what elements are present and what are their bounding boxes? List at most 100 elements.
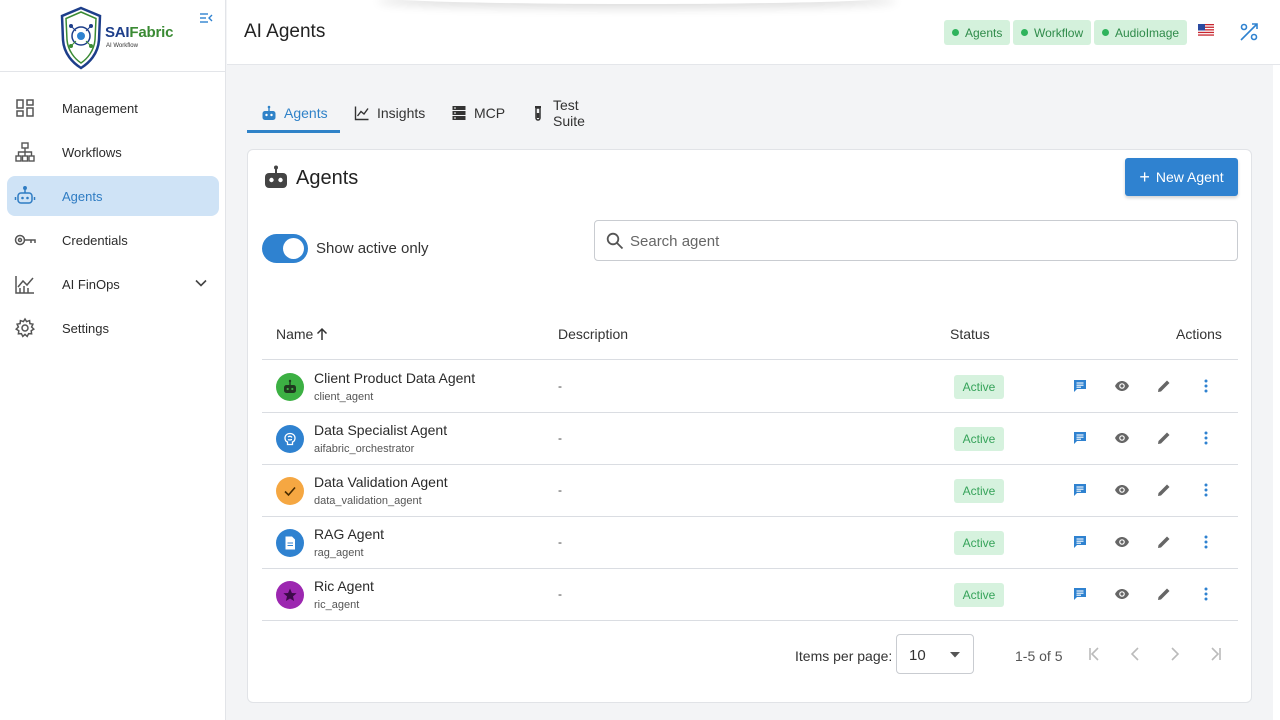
edit-pencil-icon[interactable]	[1156, 378, 1172, 394]
sidebar-item-credentials[interactable]: Credentials	[7, 220, 219, 260]
view-eye-icon[interactable]	[1114, 586, 1130, 602]
tab-mcp[interactable]: MCP	[451, 92, 505, 133]
edit-pencil-icon[interactable]	[1156, 482, 1172, 498]
brain-icon	[284, 432, 296, 446]
chat-icon[interactable]	[1072, 430, 1088, 446]
sidebar-item-label: Settings	[62, 320, 109, 336]
sidebar-item-settings[interactable]: Settings	[7, 308, 219, 348]
robot-icon	[263, 164, 289, 190]
chip-label: Agents	[965, 25, 1003, 40]
robot-icon	[284, 379, 296, 393]
logo-shield-icon	[59, 6, 103, 70]
new-agent-label: New Agent	[1155, 169, 1224, 185]
tab-label: MCP	[474, 104, 506, 121]
more-vert-icon[interactable]	[1198, 378, 1214, 394]
scrollbar-track[interactable]	[1273, 65, 1280, 720]
table-row[interactable]: Client Product Data Agent client_agent -…	[262, 361, 1238, 413]
sidebar: SAIFabric AI Workflow Management Workflo…	[0, 0, 226, 720]
status-dot	[1102, 29, 1109, 36]
more-vert-icon[interactable]	[1198, 482, 1214, 498]
chip-agents[interactable]: Agents	[944, 20, 1011, 45]
checkmark-icon	[284, 486, 296, 497]
chevron-down-icon[interactable]	[194, 276, 208, 290]
toggle-label: Show active only	[316, 240, 429, 257]
star-icon	[283, 588, 297, 601]
agent-avatar	[276, 477, 304, 505]
sidebar-item-label: Credentials	[62, 232, 128, 248]
more-vert-icon[interactable]	[1198, 534, 1214, 550]
agents-card: Agents + New Agent Show active only Name …	[247, 149, 1252, 703]
previous-page-icon[interactable]	[1126, 645, 1144, 663]
status-badge: Active	[954, 583, 1004, 607]
brand-name: SAIFabric	[105, 24, 173, 41]
items-per-page-select[interactable]: 10	[896, 634, 974, 674]
tab-label: Insights	[377, 104, 426, 121]
table-row[interactable]: Data Validation Agent data_validation_ag…	[262, 465, 1238, 517]
chat-icon[interactable]	[1072, 482, 1088, 498]
test-tube-icon	[530, 105, 546, 121]
search-input[interactable]	[630, 229, 1220, 253]
chip-audioimage[interactable]: AudioImage	[1094, 20, 1188, 45]
view-eye-icon[interactable]	[1114, 378, 1130, 394]
edit-pencil-icon[interactable]	[1156, 586, 1172, 602]
agent-avatar	[276, 373, 304, 401]
top-bar: AI Agents Agents Workflow AudioImage	[227, 0, 1280, 65]
table-row[interactable]: Data Specialist Agent aifabric_orchestra…	[262, 413, 1238, 465]
page-range: 1-5 of 5	[1015, 648, 1063, 664]
edit-pencil-icon[interactable]	[1156, 430, 1172, 446]
finops-chart-icon	[14, 273, 36, 295]
robot-icon	[261, 105, 277, 121]
column-name-label: Name	[276, 326, 314, 342]
table-row[interactable]: RAG Agent rag_agent - Active	[262, 517, 1238, 569]
edit-pencil-icon[interactable]	[1156, 534, 1172, 550]
chip-workflow[interactable]: Workflow	[1013, 20, 1092, 45]
page-title: AI Agents	[244, 21, 326, 42]
sidebar-item-label: Agents	[62, 188, 103, 204]
show-active-toggle[interactable]	[262, 234, 308, 263]
sidebar-item-management[interactable]: Management	[7, 88, 219, 128]
more-vert-icon[interactable]	[1198, 586, 1214, 602]
document-icon	[285, 536, 295, 550]
view-eye-icon[interactable]	[1114, 482, 1130, 498]
collapse-menu-icon[interactable]	[199, 12, 213, 24]
sidebar-item-ai-finops[interactable]: AI FinOps	[7, 264, 219, 304]
first-page-icon[interactable]	[1086, 645, 1104, 663]
view-eye-icon[interactable]	[1114, 430, 1130, 446]
new-agent-button[interactable]: + New Agent	[1125, 158, 1238, 196]
view-eye-icon[interactable]	[1114, 534, 1130, 550]
us-flag-icon[interactable]	[1198, 24, 1214, 37]
chat-icon[interactable]	[1072, 378, 1088, 394]
items-per-page-label: Items per page:	[795, 648, 893, 664]
agent-name: Client Product Data Agent	[314, 370, 476, 386]
column-description-header: Description	[558, 326, 629, 342]
last-page-icon[interactable]	[1206, 645, 1224, 663]
logo-area: SAIFabric AI Workflow	[0, 0, 225, 72]
sitemap-icon	[14, 141, 36, 163]
paginator: Items per page: 10 1-5 of 5	[248, 634, 1253, 674]
sidebar-item-agents[interactable]: Agents	[7, 176, 219, 216]
chip-label: Workflow	[1034, 25, 1084, 40]
table-row[interactable]: Ric Agent ric_agent - Active	[262, 569, 1238, 621]
tab-test-suite[interactable]: Test Suite	[530, 92, 585, 133]
agent-id: data_validation_agent	[314, 495, 422, 507]
chat-icon[interactable]	[1072, 586, 1088, 602]
brand-tagline: AI Workflow	[106, 43, 138, 49]
more-vert-icon[interactable]	[1198, 430, 1214, 446]
tab-insights[interactable]: Insights	[354, 92, 425, 133]
agent-description: -	[558, 431, 562, 445]
chat-icon[interactable]	[1072, 534, 1088, 550]
server-icon	[451, 105, 467, 121]
agent-avatar	[276, 581, 304, 609]
sort-arrow-up-icon	[315, 327, 329, 341]
items-per-page-value: 10	[909, 647, 926, 664]
toggle-knob	[283, 238, 304, 259]
tab-agents[interactable]: Agents	[261, 92, 328, 133]
next-page-icon[interactable]	[1166, 645, 1184, 663]
agent-description: -	[558, 483, 562, 497]
agent-id: ric_agent	[314, 599, 360, 611]
column-name-header[interactable]: Name	[276, 326, 329, 342]
agent-id: rag_agent	[314, 547, 364, 559]
sidebar-item-workflows[interactable]: Workflows	[7, 132, 219, 172]
agent-id: aifabric_orchestrator	[314, 443, 415, 455]
percent-tool-icon[interactable]	[1238, 21, 1260, 43]
